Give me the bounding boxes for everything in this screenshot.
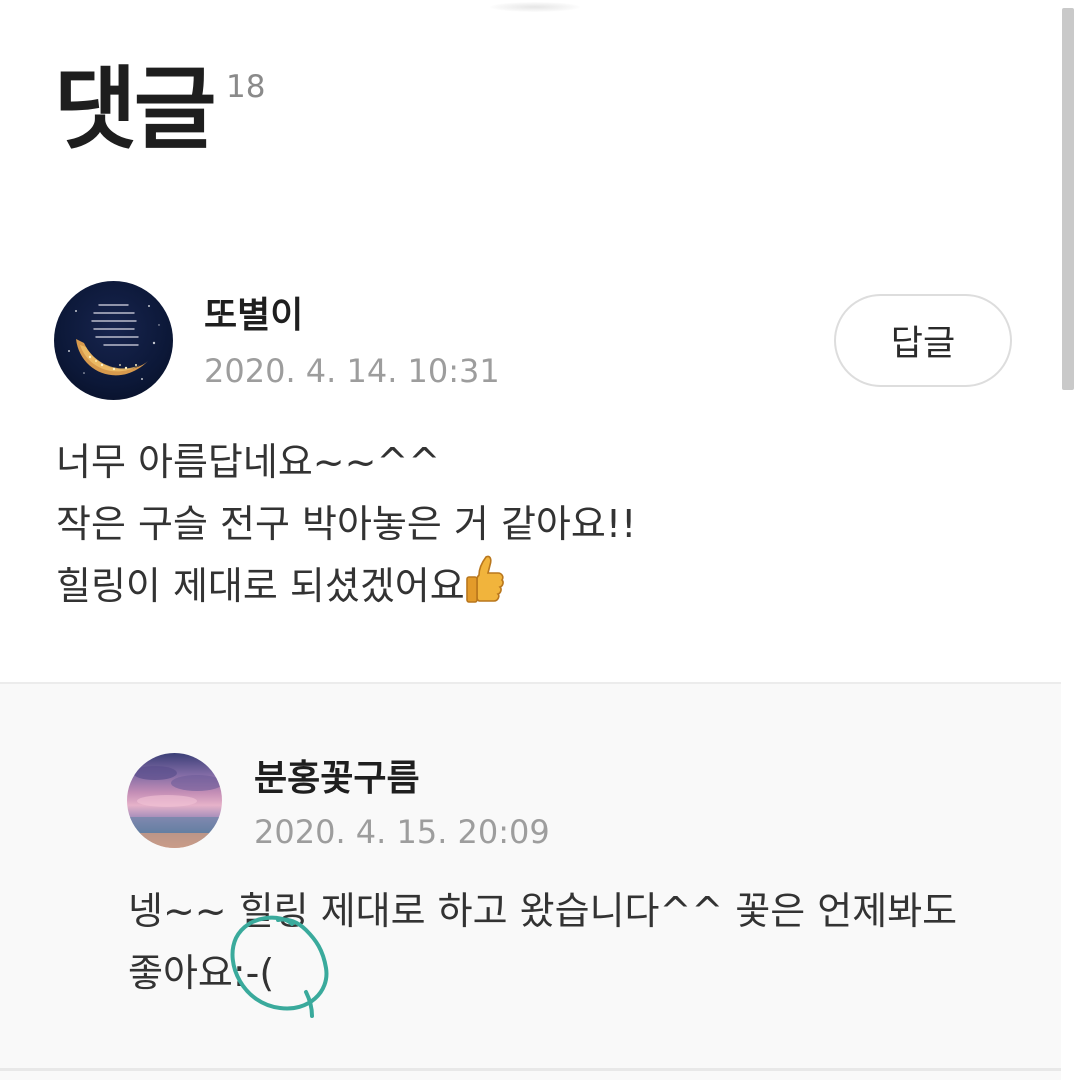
comment-count: 18 [226,69,266,105]
comment-line: 작은 구슬 전구 박아놓은 거 같아요!! [56,502,637,546]
reply-button[interactable]: 답글 [834,294,1012,387]
scrollbar-thumb[interactable] [1062,8,1074,390]
comment-timestamp: 2020. 4. 14. 10:31 [204,352,500,390]
comment-line-with-emoji: 힐링이 제대로 되셨겠어요 [56,555,636,617]
reply-timestamp: 2020. 4. 15. 20:09 [254,813,550,851]
avatar[interactable] [127,753,222,848]
reply-author-name[interactable]: 분홍꽃구름 [254,757,420,801]
divider [0,1068,1061,1071]
page-title: 댓글 [54,57,217,162]
comment-body: 너무 아름답네요~~^^ 작은 구슬 전구 박아놓은 거 같아요!! 힐링이 제… [56,431,636,617]
thumbs-up-icon [465,555,504,603]
crescent-moon-icon [68,304,160,380]
comment-author-name[interactable]: 또별이 [204,294,303,338]
sunset-sky-icon [127,766,222,848]
comment-line: 너무 아름답네요~~^^ [56,440,441,484]
hand-drawn-circle-icon [230,915,329,1018]
comment-line-text: 힐링이 제대로 되셨겠어요 [56,564,465,608]
avatar[interactable] [54,281,173,400]
pull-handle [490,2,580,12]
